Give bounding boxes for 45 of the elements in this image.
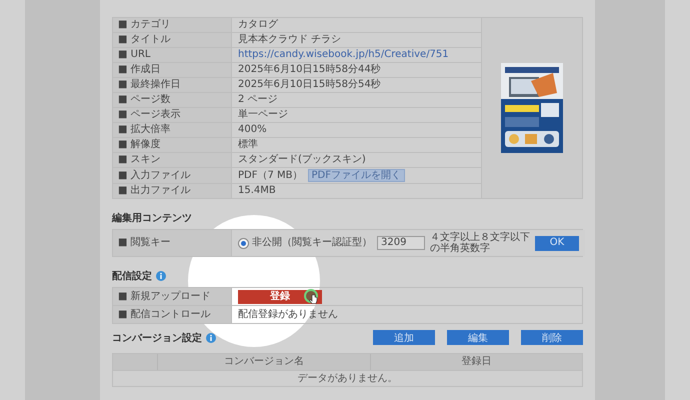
row-label: ■ 新規アップロード — [113, 288, 232, 305]
key-input-field[interactable]: 3209 — [377, 236, 425, 250]
row-value: 400% — [238, 124, 267, 136]
row-label: ■ タイトル — [113, 33, 232, 47]
section-heading: コンバージョン設定 — [112, 331, 202, 344]
row-label: ■ 解像度 — [113, 138, 232, 152]
row-value: 15.4MB — [238, 185, 276, 197]
register-button[interactable]: 登録 — [238, 290, 322, 304]
row-value: 配信登録がありません — [238, 308, 338, 320]
cursor-icon — [304, 288, 320, 304]
row-label: ■ 拡大倍率 — [113, 123, 232, 137]
row-value: 2025年6月10日15時58分44秒 — [238, 64, 381, 76]
row-value: 標準 — [238, 139, 258, 151]
row-label: ■ 閲覧キー — [113, 230, 232, 256]
action-button[interactable]: 追加 — [373, 330, 435, 345]
url-link[interactable]: https://candy.wisebook.jp/h5/Creative/751 — [238, 49, 449, 61]
open-file-button[interactable]: PDFファイルを開く — [308, 169, 405, 182]
row-label: ■ 最終操作日 — [113, 78, 232, 92]
action-button[interactable]: 削除 — [521, 330, 583, 345]
row-label: ■ カテゴリ — [113, 18, 232, 32]
row-label: ■ 作成日 — [113, 63, 232, 77]
row-value: 2025年6月10日15時58分54秒 — [238, 79, 381, 91]
row-value: PDF（7 MB） — [238, 170, 303, 182]
row-value: スタンダード(ブックスキン) — [238, 154, 366, 166]
row-label: ■ スキン — [113, 153, 232, 167]
row-label: ■ 配信コントロール — [113, 306, 232, 323]
row-value: 見本本クラウド チラシ — [238, 34, 342, 46]
action-button[interactable]: 編集 — [447, 330, 509, 345]
hint-text: ４文字以上８文字以下の半角英数字 — [430, 232, 530, 254]
row-value: カタログ — [238, 19, 278, 31]
row-label: ■ 入力ファイル — [113, 168, 232, 183]
row-label: ■ 出力ファイル — [113, 184, 232, 198]
row-label: ■ ページ数 — [113, 93, 232, 107]
section-heading: 配信設定 — [112, 269, 152, 283]
row-label: ■ ページ表示 — [113, 108, 232, 122]
radio-option[interactable]: 非公開（閲覧キー認証型） — [238, 237, 372, 249]
info-icon — [156, 271, 166, 281]
column-header: 登録日 — [370, 354, 582, 370]
row-label: ■ URL — [113, 48, 232, 62]
section-heading: 編集用コンテンツ — [112, 212, 192, 225]
info-icon — [206, 332, 216, 342]
ok-button[interactable]: OK — [535, 236, 579, 250]
row-value: 単一ページ — [238, 109, 288, 121]
row-value: 2 ページ — [238, 94, 278, 106]
column-header: コンバージョン名 — [158, 354, 370, 370]
